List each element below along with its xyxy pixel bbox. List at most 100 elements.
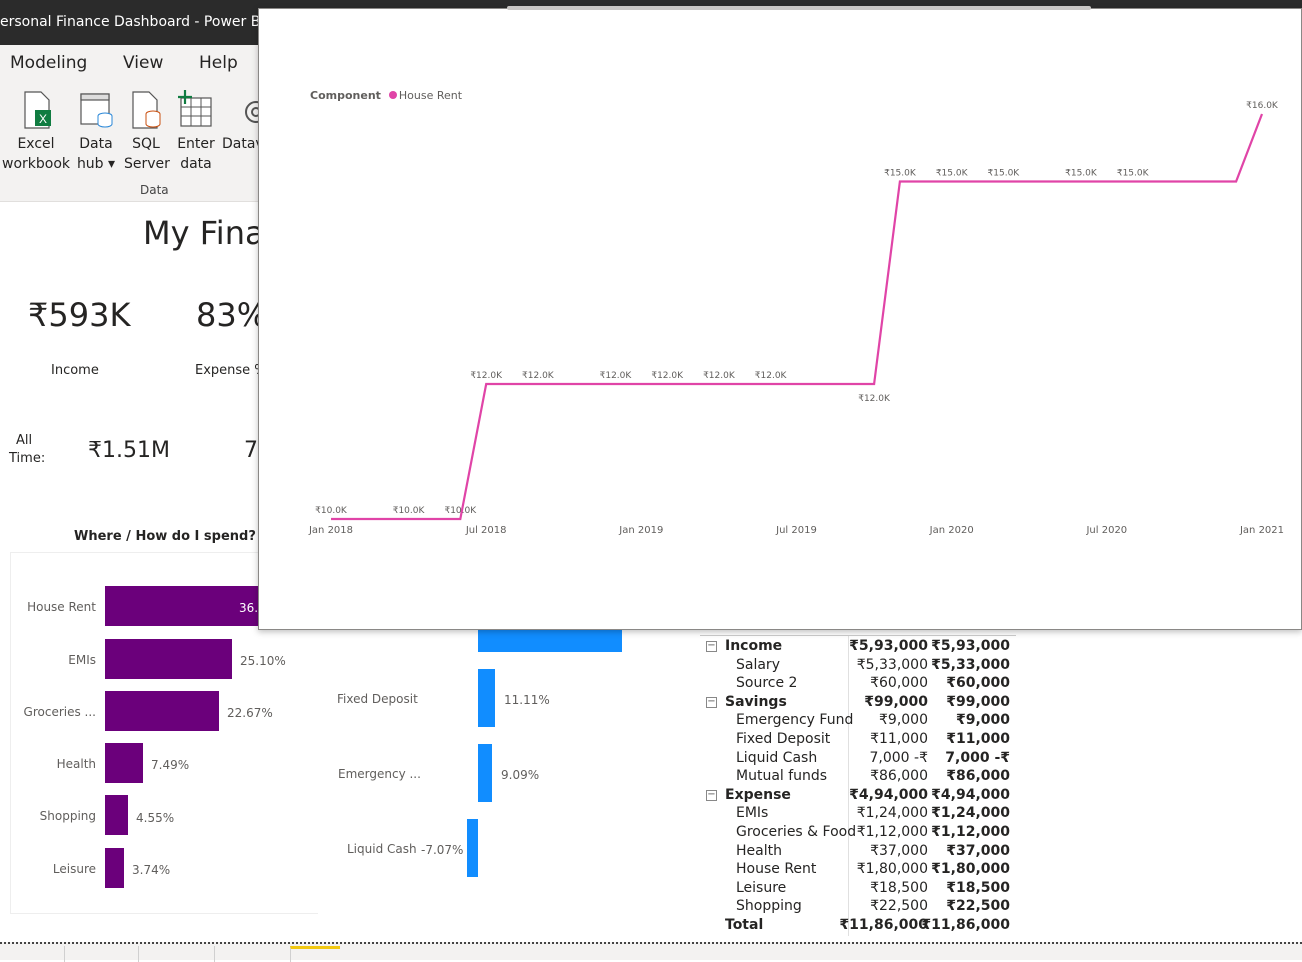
matrix-row-label: Leisure bbox=[736, 879, 787, 896]
savings-category-label: Fixed Deposit bbox=[337, 692, 418, 706]
spend-bar[interactable] bbox=[105, 743, 143, 783]
collapse-icon[interactable]: − bbox=[706, 789, 717, 801]
data-hub-label-1: Data bbox=[79, 136, 113, 152]
matrix-row-label: Shopping bbox=[736, 898, 802, 915]
excel-label-1: Excel bbox=[17, 136, 55, 152]
data-label: ₹15.0K bbox=[988, 169, 1021, 179]
sql-label-2: Server bbox=[124, 156, 170, 172]
matrix-row: House Rent ₹1,80,000 ₹1,80,000 bbox=[700, 861, 1016, 880]
matrix-row: Shopping ₹22,500 ₹22,500 bbox=[700, 898, 1016, 917]
spend-category-label: Shopping bbox=[39, 809, 96, 823]
matrix-value: ₹4,94,000 bbox=[849, 786, 928, 803]
data-label: ₹12.0K bbox=[600, 371, 633, 381]
data-hub-icon bbox=[80, 93, 113, 128]
matrix-value-total: ₹60,000 bbox=[946, 675, 1010, 692]
dataverse-label: Datav bbox=[222, 136, 262, 152]
spend-chart-title: Where / How do I spend? bbox=[74, 529, 256, 544]
matrix-row: Emergency Fund ₹9,000 ₹9,000 bbox=[700, 712, 1016, 731]
income-kpi-value: ₹593K bbox=[28, 296, 131, 334]
matrix-value: ₹11,000 bbox=[870, 731, 928, 747]
sql-server-icon bbox=[132, 91, 161, 129]
data-label: ₹10.0K bbox=[393, 506, 426, 516]
matrix-value-total: ₹11,86,000 bbox=[921, 917, 1010, 933]
spend-bar[interactable] bbox=[105, 848, 124, 888]
data-hub-button[interactable]: Data hub ▾ bbox=[74, 90, 118, 174]
spend-category-label: Leisure bbox=[52, 862, 96, 876]
matrix-value-total: ₹1,80,000 bbox=[931, 861, 1010, 878]
excel-file-icon: X bbox=[24, 91, 51, 129]
menu-modeling[interactable]: Modeling bbox=[10, 53, 87, 73]
collapse-icon[interactable]: − bbox=[706, 641, 717, 652]
sql-label-1: SQL bbox=[132, 136, 160, 152]
data-hub-label-2: hub ▾ bbox=[76, 156, 116, 172]
matrix-row-label: Total bbox=[725, 917, 764, 933]
all-time-label-1: All bbox=[16, 433, 33, 448]
matrix-value-total: ₹5,93,000 bbox=[931, 638, 1010, 654]
data-label: ₹12.0K bbox=[703, 371, 736, 381]
matrix-value: ₹1,80,000 bbox=[856, 861, 928, 878]
spend-bar[interactable] bbox=[105, 639, 232, 679]
savings-bar[interactable] bbox=[478, 744, 492, 802]
menu-help[interactable]: Help bbox=[199, 53, 238, 73]
matrix-row: Mutual funds ₹86,000 ₹86,000 bbox=[700, 768, 1016, 787]
savings-category-label: Liquid Cash bbox=[347, 842, 417, 856]
data-label: ₹15.0K bbox=[884, 169, 917, 179]
matrix-value: ₹18,500 bbox=[870, 879, 928, 896]
window-title: ersonal Finance Dashboard - Power BI D bbox=[0, 14, 280, 30]
matrix-row-label: Expense bbox=[725, 786, 791, 803]
all-time-label-2: Time: bbox=[9, 451, 46, 466]
matrix-value-total: ₹1,24,000 bbox=[931, 805, 1010, 822]
excel-label-2: workbook bbox=[2, 156, 71, 172]
focus-mode-chart[interactable]: Component House Rent ₹10.0K ₹10.0K ₹10.0K ₹1… bbox=[258, 6, 1302, 630]
matrix-value: ₹1,24,000 bbox=[856, 805, 928, 822]
savings-bar-value: 11.11% bbox=[504, 693, 550, 707]
matrix-row-label: Groceries & Food bbox=[736, 824, 857, 840]
spend-category-label: Groceries ... bbox=[23, 705, 96, 719]
savings-bar-top[interactable] bbox=[478, 630, 622, 652]
matrix-row-label: Income bbox=[725, 638, 783, 654]
table-add-icon bbox=[178, 90, 212, 127]
data-label: ₹16.0K bbox=[1246, 101, 1279, 111]
matrix-row: Liquid Cash 7,000 -₹ 7,000 -₹ bbox=[700, 750, 1016, 769]
matrix-value: ₹99,000 bbox=[864, 693, 928, 710]
matrix-value-total: ₹86,000 bbox=[946, 768, 1010, 785]
report-title: My Fina bbox=[143, 214, 265, 252]
data-label: ₹15.0K bbox=[1065, 169, 1098, 179]
x-tick-label: Jul 2019 bbox=[775, 525, 817, 536]
x-tick-label: Jul 2018 bbox=[465, 525, 507, 536]
savings-category-label: Emergency ... bbox=[338, 767, 421, 781]
spend-bar-value: 7.49% bbox=[151, 758, 190, 772]
spend-bar[interactable] bbox=[105, 795, 128, 835]
menu-view[interactable]: View bbox=[123, 53, 163, 73]
data-label: ₹12.0K bbox=[858, 394, 891, 404]
matrix-row: Health ₹37,000 ₹37,000 bbox=[700, 843, 1016, 862]
collapse-icon[interactable]: − bbox=[706, 696, 717, 708]
savings-bar[interactable] bbox=[467, 819, 478, 877]
x-tick-label: Jan 2021 bbox=[1239, 525, 1284, 536]
spend-bar-value: 3.74% bbox=[132, 863, 171, 877]
ribbon-group-data: Data bbox=[140, 183, 169, 197]
spend-category-label: Health bbox=[56, 757, 96, 771]
matrix-value-total: ₹99,000 bbox=[946, 693, 1010, 710]
matrix-value: ₹60,000 bbox=[870, 675, 928, 692]
data-label: ₹15.0K bbox=[936, 169, 969, 179]
enter-data-button[interactable]: Enter data bbox=[174, 90, 218, 174]
data-label: ₹12.0K bbox=[651, 371, 684, 381]
matrix-row-label: Mutual funds bbox=[736, 768, 828, 785]
spend-bar-value: 22.67% bbox=[227, 706, 273, 720]
savings-bar-value: 9.09% bbox=[501, 768, 540, 782]
matrix-row: Source 2 ₹60,000 ₹60,000 bbox=[700, 675, 1016, 694]
matrix-value: ₹22,500 bbox=[870, 898, 928, 915]
matrix-row: Groceries & Food ₹1,12,000 ₹1,12,000 bbox=[700, 824, 1016, 843]
excel-workbook-button[interactable]: X Excel workbook bbox=[2, 90, 70, 174]
matrix-row: Fixed Deposit ₹11,000 ₹11,000 bbox=[700, 731, 1016, 750]
matrix-row-label: EMIs bbox=[736, 805, 769, 822]
savings-bar[interactable] bbox=[478, 669, 495, 727]
dataverse-button[interactable]: Datav bbox=[222, 90, 262, 154]
matrix-row: EMIs ₹1,24,000 ₹1,24,000 bbox=[700, 805, 1016, 824]
enter-data-label-2: data bbox=[180, 156, 212, 172]
spend-bar[interactable] bbox=[105, 691, 219, 731]
expense-kpi-value: 83% bbox=[196, 296, 268, 334]
spend-category-label: EMIs bbox=[68, 653, 96, 667]
sql-server-button[interactable]: SQL Server bbox=[124, 90, 170, 174]
